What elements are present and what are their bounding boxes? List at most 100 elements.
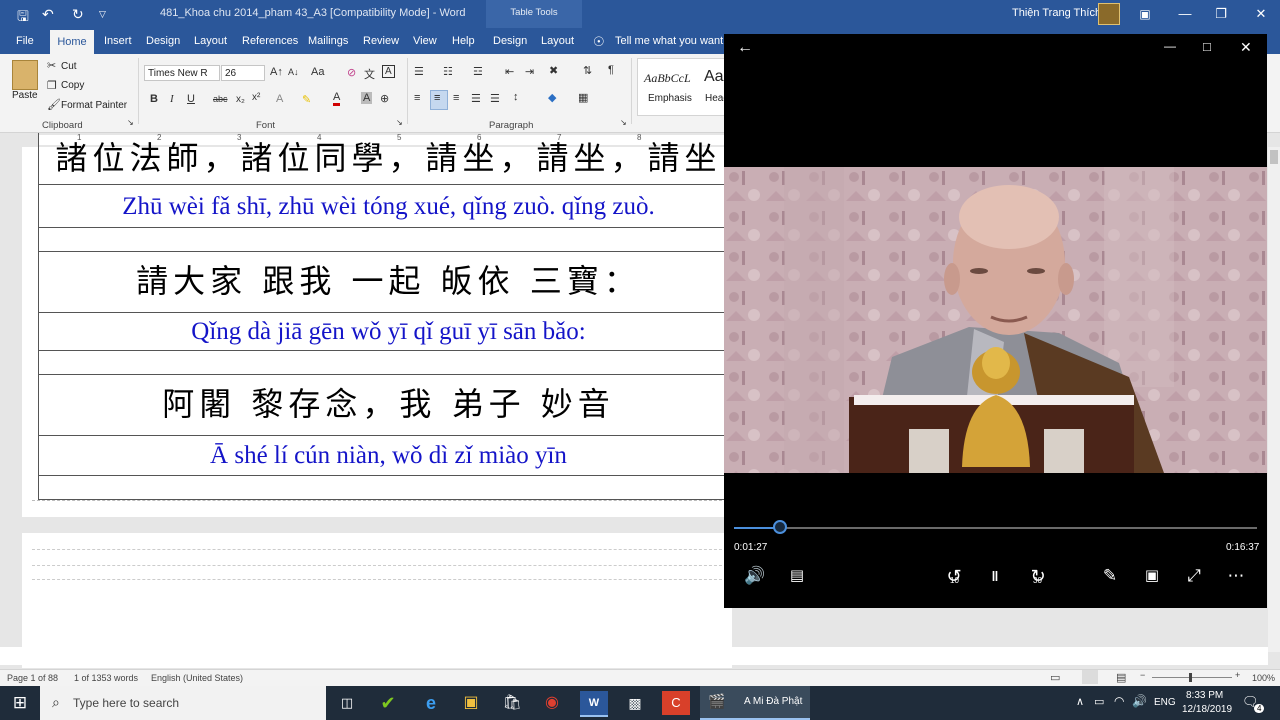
table-row[interactable] xyxy=(38,351,738,375)
minimize-icon[interactable]: — xyxy=(1164,39,1176,53)
copy-button[interactable]: Copy xyxy=(61,80,84,91)
styles-gallery[interactable]: AaBbCcL Emphasis Aa Head xyxy=(637,58,729,116)
font-size-box[interactable]: 26 xyxy=(221,65,265,81)
subscript-icon[interactable]: x₂ xyxy=(236,94,245,105)
distributed-icon[interactable]: ☰ xyxy=(490,92,500,105)
close-icon[interactable]: ✕ xyxy=(1240,39,1252,56)
seek-bar[interactable] xyxy=(734,527,1257,529)
decrease-indent-icon[interactable]: ⇤ xyxy=(505,65,514,78)
more-options-icon[interactable]: ⋯ xyxy=(1221,563,1251,589)
format-painter-button[interactable]: Format Painter xyxy=(61,100,127,111)
restore-icon[interactable]: ❐ xyxy=(1206,4,1236,24)
table-row[interactable]: Qǐng dà jiā gēn wǒ yī qǐ guī yī sān bǎo: xyxy=(38,313,738,351)
clock-date[interactable]: 12/18/2019 xyxy=(1182,704,1232,715)
font-color-icon[interactable]: A xyxy=(333,91,341,106)
word-icon[interactable]: W xyxy=(580,691,608,717)
web-layout-icon[interactable]: ▤ xyxy=(1116,671,1126,684)
superscript-icon[interactable]: x² xyxy=(252,92,260,103)
wifi-icon[interactable]: ◠ xyxy=(1114,694,1124,708)
dialog-launcher-icon[interactable]: ↘ xyxy=(127,118,134,127)
strikethrough-icon[interactable]: abc xyxy=(213,94,228,104)
tell-me-search[interactable]: Tell me what you want to xyxy=(615,35,735,47)
camtasia-icon[interactable]: C xyxy=(662,691,690,715)
taskbar-active-window[interactable]: 🎬 A Mi Đà Phật xyxy=(700,686,810,720)
ribbon-display-icon[interactable]: ▣ xyxy=(1130,4,1160,24)
character-border-icon[interactable]: A xyxy=(382,65,395,78)
tab-file[interactable]: File xyxy=(16,35,34,47)
character-shading-icon[interactable]: A xyxy=(361,92,373,104)
fullscreen-icon[interactable]: ⤢ xyxy=(1179,563,1209,589)
tab-table-design[interactable]: Design xyxy=(493,35,527,47)
increase-indent-icon[interactable]: ⇥ xyxy=(525,65,534,78)
table-row[interactable] xyxy=(38,476,738,500)
pencil-icon[interactable]: ✎ xyxy=(1095,563,1125,589)
paste-icon[interactable] xyxy=(12,60,38,90)
windows-start-icon[interactable]: ⊞ xyxy=(6,691,34,715)
tab-help[interactable]: Help xyxy=(452,35,475,47)
chrome-icon[interactable]: ◉ xyxy=(538,691,566,715)
change-case-icon[interactable]: Aa xyxy=(311,66,324,78)
tab-references[interactable]: References xyxy=(242,35,298,47)
tab-design[interactable]: Design xyxy=(146,35,180,47)
close-icon[interactable]: ✕ xyxy=(1246,4,1276,24)
volume-icon[interactable]: 🔊 xyxy=(1132,694,1147,708)
font-name-box[interactable]: Times New R xyxy=(144,65,220,81)
paste-button[interactable]: Paste xyxy=(12,90,38,101)
checkmark-app-icon[interactable]: ✔ xyxy=(374,691,402,715)
table-row[interactable]: 諸位法師，諸位同學，請坐，請坐，請坐 xyxy=(38,133,738,185)
tab-mailings[interactable]: Mailings xyxy=(308,35,348,47)
zoom-in-icon[interactable]: + xyxy=(1235,670,1240,680)
justify-icon[interactable]: ☰ xyxy=(471,92,481,105)
search-box[interactable]: ⌕ Type here to search xyxy=(40,686,326,720)
shrink-font-icon[interactable]: A↓ xyxy=(288,67,299,77)
multilevel-list-icon[interactable]: ☲ xyxy=(473,65,483,78)
customize-icon[interactable]: ▽ xyxy=(99,9,106,20)
print-layout-icon[interactable] xyxy=(1082,670,1098,684)
back-arrow-icon[interactable]: ← xyxy=(737,39,753,57)
user-name[interactable]: Thiện Trang Thích xyxy=(1012,7,1101,19)
numbering-icon[interactable]: ☷ xyxy=(443,65,453,78)
tab-table-layout[interactable]: Layout xyxy=(541,35,574,47)
tab-view[interactable]: View xyxy=(413,35,437,47)
zoom-slider-thumb[interactable] xyxy=(1189,673,1192,682)
volume-icon[interactable]: 🔊 xyxy=(740,563,770,589)
bold-icon[interactable]: B xyxy=(150,93,158,105)
undo-icon[interactable]: ↶ xyxy=(42,6,54,23)
tab-home[interactable]: Home xyxy=(50,30,94,54)
cut-button[interactable]: Cut xyxy=(61,61,77,72)
enclose-characters-icon[interactable]: ⊕ xyxy=(380,92,389,105)
phonetic-guide-icon[interactable]: 文 xyxy=(364,66,375,82)
notes-app-icon[interactable]: ▩ xyxy=(621,691,649,715)
maximize-icon[interactable]: □ xyxy=(1203,39,1211,54)
clock-time[interactable]: 8:33 PM xyxy=(1186,690,1223,701)
highlight-icon[interactable]: ✎ xyxy=(302,93,311,106)
text-effects-icon[interactable]: A xyxy=(276,93,283,105)
align-left-icon[interactable]: ≡ xyxy=(414,92,420,104)
italic-icon[interactable]: I xyxy=(170,93,174,105)
borders-icon[interactable]: ▦ xyxy=(578,91,588,104)
tab-insert[interactable]: Insert xyxy=(104,35,132,47)
table-row[interactable]: Ā shé lí cún niàn, wǒ dì zǐ miào yīn xyxy=(38,436,738,476)
dialog-launcher-icon[interactable]: ↘ xyxy=(396,118,403,127)
mini-view-icon[interactable]: ▣ xyxy=(1137,563,1167,589)
task-view-icon[interactable]: ◫ xyxy=(333,691,361,715)
table-row[interactable]: Zhū wèi fǎ shī, zhū wèi tóng xué, qǐng z… xyxy=(38,185,738,228)
line-spacing-icon[interactable]: ↕ xyxy=(513,91,519,103)
redo-icon[interactable]: ↻ xyxy=(72,6,84,23)
skip-forward-button[interactable]: ↻ 30 xyxy=(1023,563,1053,589)
page-count[interactable]: Page 1 of 88 xyxy=(7,673,58,683)
sort-icon[interactable]: ⇅ xyxy=(583,64,592,77)
pause-icon[interactable]: ‖ xyxy=(980,563,1010,589)
word-count[interactable]: 1 of 1353 words xyxy=(74,673,138,683)
store-icon[interactable]: 🛍 xyxy=(498,691,526,715)
captions-icon[interactable]: ▤ xyxy=(782,563,812,589)
video-frame[interactable] xyxy=(724,167,1267,473)
battery-icon[interactable]: ▭ xyxy=(1094,695,1104,708)
align-right-icon[interactable]: ≡ xyxy=(453,92,459,104)
table-row[interactable]: 請大家 跟我 一起 皈依 三寶： xyxy=(38,252,738,313)
zoom-out-icon[interactable]: − xyxy=(1140,670,1145,680)
seek-bar-thumb[interactable] xyxy=(772,520,787,534)
grow-font-icon[interactable]: A↑ xyxy=(270,66,283,78)
tab-review[interactable]: Review xyxy=(363,35,399,47)
asian-layout-icon[interactable]: ✖ xyxy=(549,64,558,77)
